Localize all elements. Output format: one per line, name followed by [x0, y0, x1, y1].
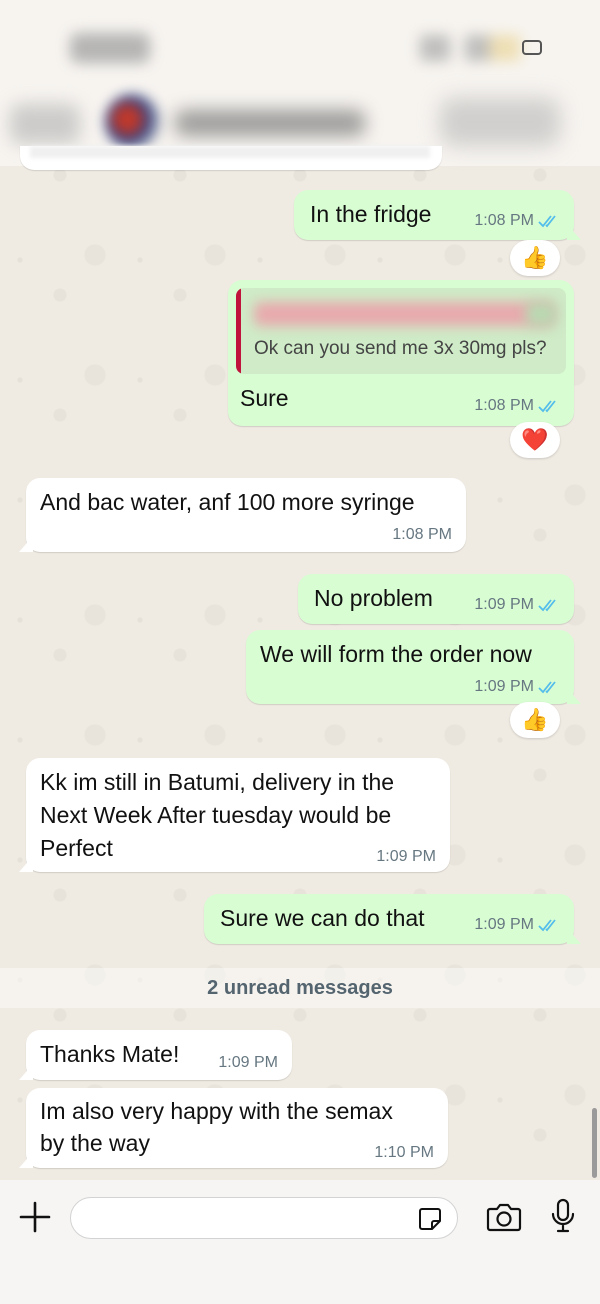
message-time: 1:09 PM	[376, 848, 436, 865]
message-text: Sure we can do that	[220, 905, 425, 931]
double-check-icon	[538, 215, 556, 228]
reaction-badge[interactable]: ❤️	[510, 422, 560, 458]
microphone-icon[interactable]	[550, 1198, 576, 1234]
double-check-icon	[538, 681, 556, 694]
message-meta: 1:09 PM	[474, 596, 560, 614]
message-text: We will form the order now	[260, 641, 532, 667]
message-text: No problem	[314, 585, 433, 611]
scrollbar-thumb[interactable]	[592, 1108, 597, 1178]
message-bubble-outgoing-reply[interactable]: Ok can you send me 3x 30mg pls? Sure 1:0…	[228, 280, 574, 426]
message-bubble-incoming[interactable]: And bac water, anf 100 more syringe 1:08…	[19, 478, 466, 552]
message-text-line: Im also very happy with the semax	[40, 1098, 393, 1124]
quoted-message[interactable]: Ok can you send me 3x 30mg pls?	[236, 288, 566, 374]
message-meta: 1:09 PM	[474, 678, 560, 696]
message-time: 1:08 PM	[392, 526, 452, 543]
message-meta: 1:09 PM	[474, 916, 560, 934]
quoted-text: Ok can you send me 3x 30mg pls?	[254, 338, 547, 359]
double-check-icon	[538, 919, 556, 932]
message-meta: 1:09 PM	[376, 848, 436, 866]
quoted-author-blurred	[254, 302, 554, 326]
message-time: 1:10 PM	[374, 1144, 434, 1161]
double-check-icon	[538, 400, 556, 413]
message-time: 1:08 PM	[474, 212, 534, 229]
status-icons-blurred	[420, 35, 520, 61]
reaction-badge[interactable]: 👍	[510, 240, 560, 276]
message-bubble-outgoing[interactable]: We will form the order now 1:09 PM	[246, 630, 581, 704]
contact-avatar[interactable]	[105, 94, 161, 150]
message-meta: 1:10 PM	[374, 1144, 434, 1162]
message-text: And bac water, anf 100 more syringe	[40, 489, 415, 515]
message-text-line: by the way	[40, 1130, 150, 1156]
sticker-icon[interactable]	[417, 1206, 443, 1232]
message-meta: 1:08 PM	[392, 526, 452, 544]
message-time: 1:09 PM	[474, 678, 534, 695]
message-bubble-outgoing[interactable]: No problem 1:09 PM	[298, 574, 574, 624]
message-text: Sure	[240, 385, 289, 411]
message-bubble-outgoing[interactable]: In the fridge 1:08 PM	[294, 190, 581, 240]
message-input[interactable]	[87, 1198, 411, 1238]
composer-bar	[0, 1180, 600, 1304]
back-button[interactable]	[10, 104, 80, 144]
previous-message-bubble[interactable]	[20, 146, 442, 170]
message-text-line: Next Week After tuesday would be	[40, 802, 392, 828]
camera-icon[interactable]	[486, 1202, 522, 1232]
call-actions-blurred[interactable]	[440, 98, 560, 146]
message-bubble-incoming[interactable]: Thanks Mate! 1:09 PM	[19, 1030, 292, 1080]
status-bar	[0, 0, 600, 88]
message-input-wrapper	[70, 1197, 458, 1239]
message-bubble-outgoing[interactable]: Sure we can do that 1:09 PM	[204, 894, 581, 944]
unread-messages-divider: 2 unread messages	[0, 968, 600, 1008]
message-time: 1:09 PM	[474, 596, 534, 613]
double-check-icon	[538, 599, 556, 612]
message-bubble-incoming[interactable]: Im also very happy with the semax by the…	[19, 1088, 448, 1168]
message-time: 1:09 PM	[474, 916, 534, 933]
contact-name-blurred[interactable]	[175, 110, 365, 136]
message-time: 1:08 PM	[474, 397, 534, 414]
status-time-blurred	[70, 33, 150, 63]
battery-icon	[522, 40, 542, 55]
message-text: Thanks Mate!	[40, 1041, 180, 1067]
message-bubble-incoming[interactable]: Kk im still in Batumi, delivery in the N…	[19, 758, 450, 872]
message-time: 1:09 PM	[218, 1054, 278, 1071]
message-text-line: Perfect	[40, 835, 113, 861]
message-meta: 1:09 PM	[218, 1054, 278, 1072]
message-text: In the fridge	[310, 201, 432, 227]
reaction-badge[interactable]: 👍	[510, 702, 560, 738]
message-meta: 1:08 PM	[474, 397, 560, 415]
plus-icon[interactable]	[18, 1200, 52, 1234]
message-meta: 1:08 PM	[474, 212, 560, 230]
message-text-line: Kk im still in Batumi, delivery in the	[40, 769, 395, 795]
